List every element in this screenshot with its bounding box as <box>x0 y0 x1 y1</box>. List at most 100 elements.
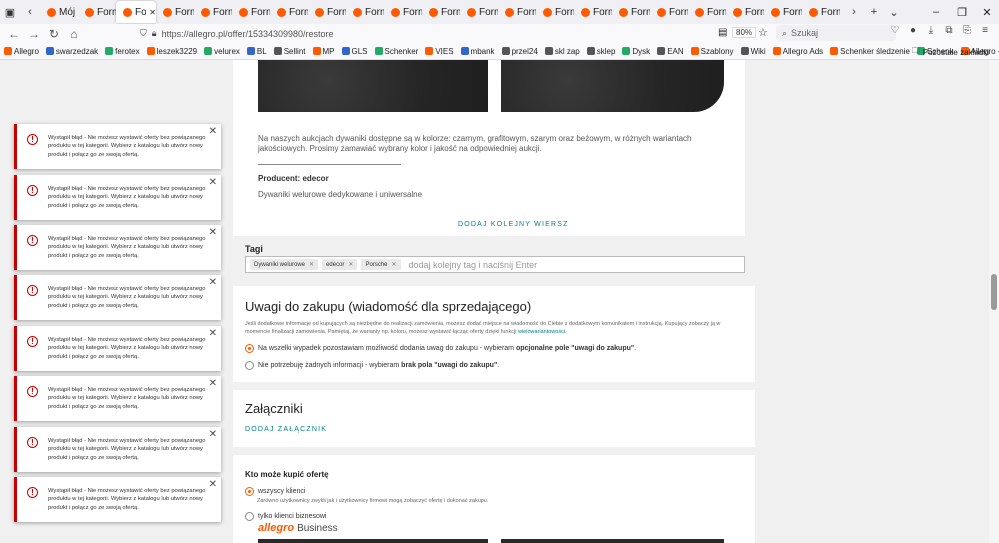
tag-chip[interactable]: Dywaniki welurowe ✕ <box>250 259 319 270</box>
close-toast-icon[interactable]: ✕ <box>209 126 217 137</box>
scrollbar-thumb[interactable] <box>991 274 997 310</box>
extensions-icon[interactable]: ⧉ <box>943 25 955 36</box>
tab[interactable]: Form <box>726 1 764 23</box>
tab[interactable]: Mój a <box>40 1 78 23</box>
tab-dropdown-icon[interactable]: ⌄ <box>884 2 904 22</box>
back-icon[interactable]: ← <box>4 25 24 43</box>
tab-scroll-left-icon[interactable]: ‹ <box>20 2 40 22</box>
bookmark-item[interactable]: leszek3229 <box>146 47 197 56</box>
tab[interactable]: Form <box>270 1 308 23</box>
bookmark-star-icon[interactable]: ☆ <box>758 26 768 39</box>
menu-icon[interactable]: ≡ <box>979 25 991 36</box>
bookmark-item[interactable]: Sellint <box>273 47 306 56</box>
shield-icon[interactable]: ⛉ <box>140 28 147 39</box>
tags-field[interactable]: Dywaniki welurowe ✕ edecor ✕ Porsche ✕ doda… <box>245 256 745 273</box>
tab-list-icon[interactable]: ▣ <box>0 2 20 22</box>
radio-selected-icon[interactable] <box>245 344 254 353</box>
tab[interactable]: Form <box>574 1 612 23</box>
account-icon[interactable]: ● <box>907 25 919 36</box>
new-tab-icon[interactable]: + <box>864 2 884 22</box>
pocket-icon[interactable]: ♡ <box>889 25 901 36</box>
tab[interactable]: Form <box>156 1 194 23</box>
description-paragraph: Na naszych aukcjach dywaniki dostępne są… <box>258 134 692 153</box>
purchase-notes-option-none[interactable]: Nie potrzebuję żadnych informacji - wybi… <box>245 361 499 370</box>
error-toast-message: Wystąpił błąd - Nie możesz wystawić ofer… <box>48 387 206 410</box>
close-toast-icon[interactable]: ✕ <box>209 378 217 389</box>
multi-variant-link[interactable]: wielowariantowości. <box>518 329 567 335</box>
bookmark-item[interactable]: Schenker <box>374 47 418 56</box>
bookmark-item[interactable]: mbank <box>460 47 495 56</box>
bookmark-item[interactable]: VIES <box>425 47 454 56</box>
bookmark-item[interactable]: Wiki <box>740 47 766 56</box>
tab[interactable]: Form <box>194 1 232 23</box>
minimize-icon[interactable]: – <box>925 2 947 22</box>
tag-chip[interactable]: Porsche ✕ <box>361 259 401 270</box>
tab[interactable]: Form <box>346 1 384 23</box>
tag-chip[interactable]: edecor ✕ <box>322 259 358 270</box>
zoom-level[interactable]: 80% <box>732 27 757 38</box>
address-bar[interactable]: ⛉ 🔒︎ https://allegro.pl/offer/1533430998… <box>140 25 770 42</box>
reader-view-icon[interactable]: ▤ <box>718 27 727 38</box>
remove-tag-icon[interactable]: ✕ <box>391 261 396 268</box>
bookmark-item[interactable]: Schenker śledzenie <box>830 47 910 56</box>
add-attachment-button[interactable]: DODAJ ZAŁĄCZNIK <box>245 426 327 433</box>
tab[interactable]: Form <box>422 1 460 23</box>
close-toast-icon[interactable]: ✕ <box>209 328 217 339</box>
bookmark-item[interactable]: Allegro Ads <box>772 47 823 56</box>
bookmark-item[interactable]: ferotex <box>105 47 140 56</box>
bookmark-item[interactable]: skl zap <box>544 47 580 56</box>
url-text[interactable]: https://allegro.pl/offer/15334309980/res… <box>162 29 334 39</box>
search-input[interactable]: ⌕ Szukaj <box>776 25 896 41</box>
close-toast-icon[interactable]: ✕ <box>209 429 217 440</box>
remove-tag-icon[interactable]: ✕ <box>348 261 353 268</box>
close-toast-icon[interactable]: ✕ <box>209 177 217 188</box>
maximize-icon[interactable]: ❐ <box>951 2 973 22</box>
page-scrollbar[interactable] <box>989 60 999 543</box>
bookmark-item[interactable]: swarzedzak <box>45 47 98 56</box>
forward-icon[interactable]: → <box>24 25 44 43</box>
bookmark-item[interactable]: przel24 <box>501 47 538 56</box>
close-toast-icon[interactable]: ✕ <box>209 277 217 288</box>
tab[interactable]: Form <box>498 1 536 23</box>
bookmark-item[interactable]: Allegro <box>4 47 39 56</box>
tab[interactable]: Form <box>308 1 346 23</box>
tab[interactable]: Form <box>650 1 688 23</box>
close-tab-icon[interactable]: ✕ <box>149 8 156 17</box>
tab[interactable]: Form <box>384 1 422 23</box>
tab-scroll-right-icon[interactable]: › <box>844 2 864 22</box>
bookmark-item[interactable]: MP <box>312 47 335 56</box>
bookmark-item[interactable]: BL <box>246 47 267 56</box>
tab[interactable]: Form <box>764 1 802 23</box>
radio-selected-icon[interactable] <box>245 487 254 496</box>
tag-input[interactable]: dodaj kolejny tag i naciśnij Enter <box>409 260 538 270</box>
tab-active[interactable]: Fo ✕ <box>116 1 156 23</box>
tab[interactable]: Form <box>460 1 498 23</box>
add-row-button[interactable]: DODAJ KOLEJNY WIERSZ <box>458 221 569 228</box>
bookmark-item[interactable]: Szablony <box>690 47 734 56</box>
close-toast-icon[interactable]: ✕ <box>209 227 217 238</box>
close-window-icon[interactable]: ✕ <box>976 2 998 22</box>
tab[interactable]: Form <box>232 1 270 23</box>
radio-unselected-icon[interactable] <box>245 512 254 521</box>
screenshot-icon[interactable]: ⎘ <box>961 25 973 36</box>
bookmark-item[interactable]: Dysk <box>622 47 650 56</box>
reload-icon[interactable]: ↻ <box>44 25 64 43</box>
home-icon[interactable]: ⌂ <box>64 25 84 43</box>
buyers-all-option[interactable]: wszyscy klienci <box>245 487 305 496</box>
tab[interactable]: Form <box>78 1 116 23</box>
tab[interactable]: Form <box>802 1 840 23</box>
remove-tag-icon[interactable]: ✕ <box>309 261 314 268</box>
bookmark-item[interactable]: GLS <box>341 47 368 56</box>
tab[interactable]: Form <box>688 1 726 23</box>
purchase-notes-option-optional[interactable]: Na wszelki wypadek pozostawiam możliwość… <box>245 344 636 353</box>
buyers-business-option[interactable]: tylko klienci biznesowi <box>245 512 326 521</box>
bookmark-item[interactable]: EAN <box>657 47 684 56</box>
bookmark-item[interactable]: velurex <box>204 47 240 56</box>
close-toast-icon[interactable]: ✕ <box>209 479 217 490</box>
radio-unselected-icon[interactable] <box>245 361 254 370</box>
bookmark-item[interactable]: sklep <box>586 47 615 56</box>
downloads-icon[interactable]: ⤓ <box>925 25 937 36</box>
other-bookmarks[interactable]: 🗀︎ Pozostałe zakładki <box>912 45 989 59</box>
tab[interactable]: Form <box>612 1 650 23</box>
tab[interactable]: Form <box>536 1 574 23</box>
